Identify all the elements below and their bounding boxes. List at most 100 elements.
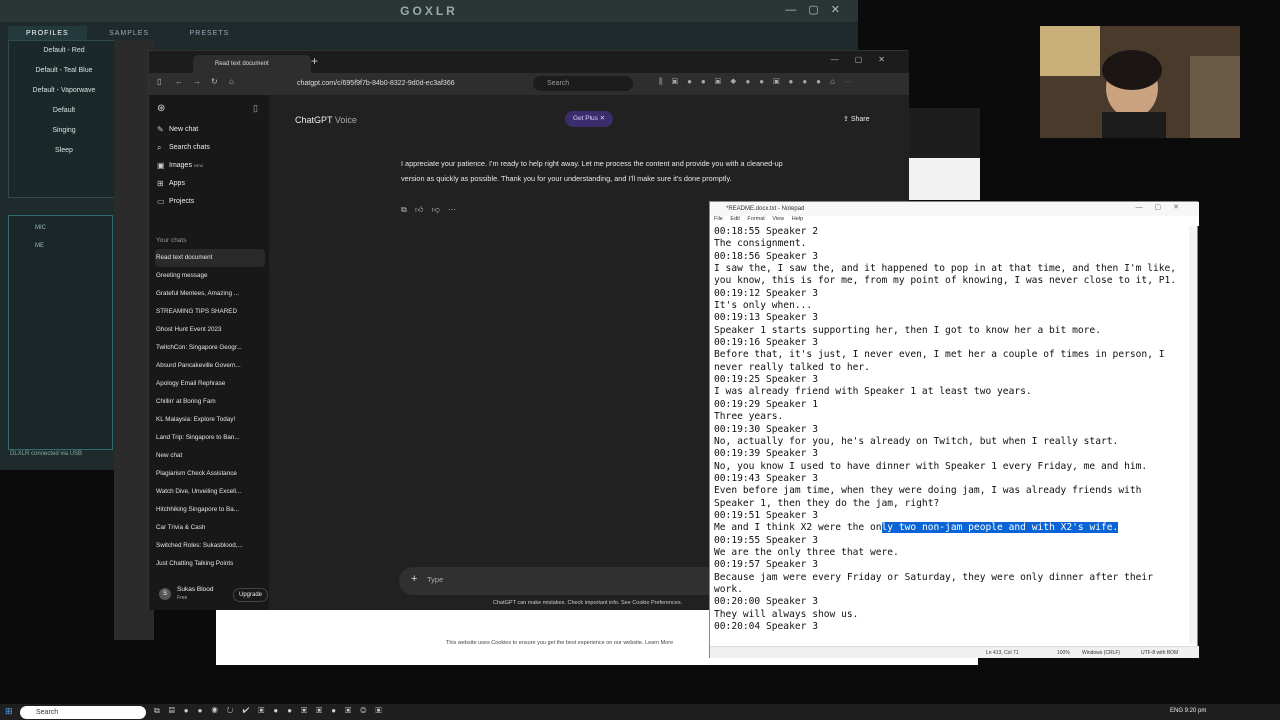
chat-history-item[interactable]: STREAMING TIPS SHARED [155, 303, 265, 321]
title-brand: ChatGPT [295, 115, 333, 125]
taskbar: ⊞ Search ⧉▤●●◉↻✔▣●●▣▣●▣◎▣ ENG 9:20 pm [0, 704, 1280, 720]
sidebar-toggle-icon[interactable]: ▯ [157, 77, 161, 86]
webcam-overlay [1040, 26, 1240, 138]
back-icon[interactable]: ← [175, 77, 183, 86]
chat-history-item[interactable]: Just Chatting Talking Points [155, 555, 265, 573]
encoding: UTF-8 with BOM [1141, 650, 1179, 656]
cookie-text: This website uses Cookies to ensure you … [446, 640, 674, 646]
home-icon[interactable]: ⌂ [229, 77, 234, 86]
goxlr-title: GOXLR [0, 0, 858, 22]
chat-history-item[interactable]: Read text document [155, 249, 265, 267]
thumbs-up-icon[interactable]: 👍︎ [415, 205, 423, 214]
reload-icon[interactable]: ↻ [211, 77, 218, 86]
menu-edit[interactable]: Edit [730, 216, 739, 222]
browser-toolbar: ▯ ← → ↻ ⌂ chatgpt.com/c/695f9f7b-84b0-83… [149, 73, 909, 95]
your-chats-heading: Your chats [156, 237, 187, 244]
goxlr-window-controls[interactable]: —▢✕ [785, 3, 852, 16]
chat-history-item[interactable]: Absurd Pancakeville Govern... [155, 357, 265, 375]
chat-history-item[interactable]: Hitchhiking Singapore to Ba... [155, 501, 265, 519]
assistant-message: I appreciate your patience. I'm ready to… [401, 159, 783, 183]
goxlr-status: DLXLR connected via USB [10, 451, 83, 457]
goxlr-tab-profiles[interactable]: PROFILES [8, 26, 87, 41]
goxlr-tab-presets[interactable]: PRESETS [172, 26, 248, 41]
notepad-title: *README.docx.txt - Notepad [710, 202, 1199, 216]
extension-icons[interactable]: ⫼▣●●▣◆●●▣●●●⌂⋯ [659, 77, 861, 87]
zoom-level: 100% [1057, 650, 1070, 656]
chat-history-item[interactable]: Car Trivia & Cash [155, 519, 265, 537]
goxlr-profile[interactable]: Default - Vaporwave [9, 81, 119, 101]
menu-format[interactable]: Format [747, 216, 764, 222]
goxlr-profile[interactable]: Default - Red [9, 41, 119, 61]
chat-history-item[interactable]: Plagiarism Check Assistance [155, 465, 265, 483]
chat-history-item[interactable]: Ghost Hunt Event 2023 [155, 321, 265, 339]
goxlr-tabs: PROFILES SAMPLES PRESETS [8, 22, 308, 41]
chat-history-item[interactable]: Chillin' at Boring Fam [155, 393, 265, 411]
chat-history-item[interactable]: Switched Roles: Sukasblood,... [155, 537, 265, 555]
apps-button[interactable]: ⊞ Apps [157, 175, 261, 193]
user-name: Sukas Blood [177, 586, 214, 593]
small-window [908, 108, 980, 200]
new-tab-icon[interactable]: + [311, 54, 318, 68]
taskbar-search[interactable]: Search [20, 706, 146, 719]
folder-icon: ▭ [157, 197, 165, 206]
goxlr-profile[interactable]: Default - Teal Blue [9, 61, 119, 81]
system-tray: ENG 9:20 pm [1170, 708, 1207, 714]
apps-icon: ⊞ [157, 179, 164, 188]
avatar: S [159, 588, 171, 600]
selected-text: ly two non-jam people and with X2's wife… [881, 522, 1119, 534]
page-title[interactable]: ChatGPT Voice [295, 115, 357, 125]
menu-help[interactable]: Help [792, 216, 803, 222]
chat-history-item[interactable]: Apology Email Rephrase [155, 375, 265, 393]
new-badge: NEW [193, 163, 204, 168]
openai-logo-icon[interactable]: ⊛ [157, 103, 165, 114]
new-chat-button[interactable]: ✎ New chat [157, 121, 261, 139]
browser-tab[interactable]: Read text document [193, 55, 311, 73]
menu-view[interactable]: View [772, 216, 784, 222]
disclaimer: ChatGPT can make mistakes. Check importa… [493, 600, 683, 606]
copy-icon[interactable]: ⧉ [401, 205, 407, 214]
chat-history-item[interactable]: Grateful Mentees, Amazing ... [155, 285, 265, 303]
upgrade-button[interactable]: Upgrade [233, 588, 269, 602]
thumbs-down-icon[interactable]: 👎︎ [432, 205, 440, 214]
goxlr-profile-list: Default - Red Default - Teal Blue Defaul… [8, 40, 120, 198]
browser-search-input[interactable]: Search [533, 76, 633, 91]
notepad-text-area[interactable]: 00:18:55 Speaker 2 The consignment. 00:1… [714, 226, 1186, 644]
get-plus-button[interactable]: Get Plus ✕ [565, 111, 614, 127]
notepad-window-controls[interactable]: —▢✕ [1136, 203, 1191, 211]
goxlr-me-tab[interactable]: ME [9, 237, 70, 255]
search-chats-button[interactable]: ⌕ Search chats [157, 139, 261, 157]
goxlr-tab-samples[interactable]: SAMPLES [91, 26, 167, 41]
browser-window-controls[interactable]: —▢✕ [831, 55, 901, 64]
chat-history-item[interactable]: Greeting message [155, 267, 265, 285]
plus-icon[interactable]: + [411, 573, 417, 585]
start-icon[interactable]: ⊞ [5, 706, 13, 717]
composer-input[interactable]: Type [427, 575, 443, 584]
composer[interactable]: + Type [399, 567, 729, 595]
search-icon: ⌕ [157, 143, 162, 152]
collapse-sidebar-icon[interactable]: ▯ [253, 103, 258, 114]
share-button[interactable]: ⇪ Share [843, 115, 870, 123]
goxlr-profile[interactable]: Singing [9, 121, 119, 141]
user-profile[interactable]: S Sukas Blood Free Upgrade [155, 585, 269, 605]
goxlr-profile[interactable]: Sleep [9, 141, 119, 161]
pencil-icon: ✎ [157, 125, 164, 134]
taskbar-apps[interactable]: ⧉▤●●◉↻✔▣●●▣▣●▣◎▣ [154, 706, 391, 716]
chat-history-item[interactable]: New chat [155, 447, 265, 465]
goxlr-profile[interactable]: Default [9, 101, 119, 121]
user-plan: Free [177, 595, 188, 601]
chat-history-item[interactable]: Watch Dive, Unveiling Excell... [155, 483, 265, 501]
menu-file[interactable]: File [714, 216, 723, 222]
more-icon[interactable]: ⋯ [448, 205, 456, 214]
address-bar[interactable]: chatgpt.com/c/695f9f7b-84b0-8322-9d0d-ec… [297, 76, 477, 91]
images-button[interactable]: ▣ Images NEW [157, 157, 261, 175]
image-icon: ▣ [157, 161, 165, 170]
chat-history-item[interactable]: Land Trip: Singapore to Ban... [155, 429, 265, 447]
projects-button[interactable]: ▭ Projects [157, 193, 261, 211]
message-actions: ⧉ 👍︎ 👎︎ ⋯ [401, 205, 456, 215]
forward-icon[interactable]: → [193, 77, 201, 86]
cursor-position: Ln 413, Col 71 [986, 650, 1019, 656]
goxlr-mic-tab[interactable]: MIC [9, 219, 72, 237]
chat-history-item[interactable]: TwitchCon: Singapore Geogr... [155, 339, 265, 357]
notepad-scrollbar[interactable] [1189, 226, 1197, 644]
chat-history-item[interactable]: KL Malaysia: Explore Today! [155, 411, 265, 429]
